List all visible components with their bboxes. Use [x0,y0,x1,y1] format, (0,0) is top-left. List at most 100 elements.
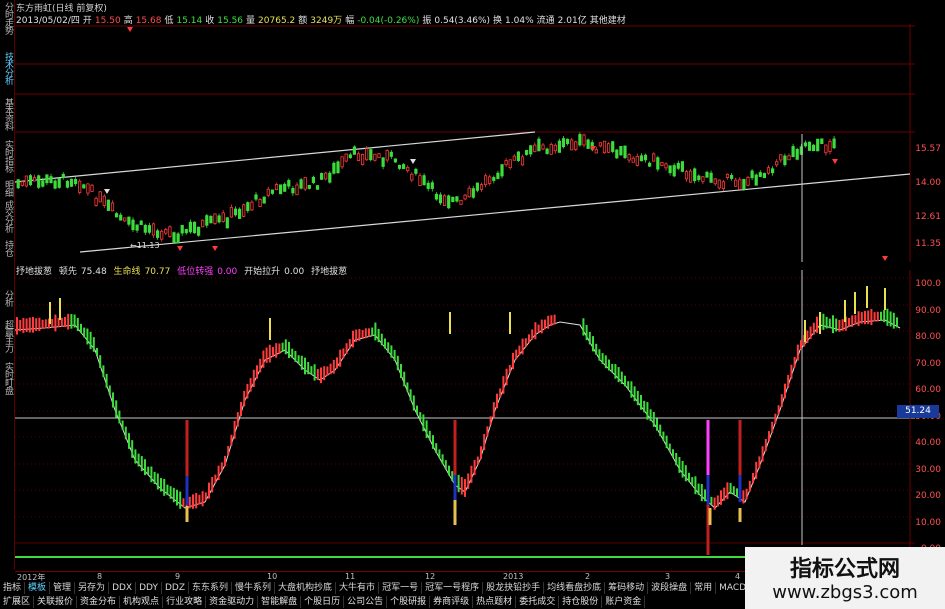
tab-position[interactable]: 持仓 [1,240,13,256]
function-tab-11[interactable]: 热点题材 [473,596,517,608]
candle-body [771,168,775,174]
function-tab-5[interactable]: 资金驱动力 [206,596,259,608]
indicator-tab-17[interactable]: 常用 [691,582,717,594]
tab-realtime-indicator[interactable]: 实时指标 [1,140,13,172]
indicator-tab-5[interactable]: DDY [136,582,162,594]
candle-body [377,153,381,158]
candle-body [340,156,344,168]
function-tab-3[interactable]: 机构观点 [120,596,164,608]
oscillator-chart[interactable] [15,270,915,570]
candle-body [697,175,701,181]
indicator-tab-0[interactable]: 指标 [0,582,26,594]
candle-body [762,172,767,179]
function-tab-6[interactable]: 智能解盘 [258,596,302,608]
kline-chart[interactable] [15,24,915,262]
life-line [15,319,901,509]
candle-body [348,154,352,159]
function-tab-4[interactable]: 行业攻略 [163,596,207,608]
candle-body [693,168,697,182]
candle-body [664,163,668,169]
candle-body [524,149,529,155]
candle-body [508,159,512,168]
candle-body [410,173,414,181]
candle-body [639,155,644,162]
indicator-tab-10[interactable]: 大牛有市 [336,582,380,594]
function-tab-bar: 扩展区 关联报价 资金分布 机构观点 行业攻略 资金驱动力 智能解盘 个股日历 公司公告 个股研报… [0,596,646,608]
indicator-tab-11[interactable]: 冠军一号 [379,582,423,594]
date-tick: 8 [97,572,103,581]
candle-body [274,184,279,191]
tab-main-force[interactable]: 超赢主力 [1,320,13,352]
indicator-tab-3[interactable]: 另存为 [75,582,110,594]
candle-body [586,139,590,149]
function-tab-13[interactable]: 持仓股份 [559,596,603,608]
tab-detail[interactable]: 明细 [1,180,13,196]
function-tab-12[interactable]: 委托成交 [516,596,560,608]
candle-body [623,145,627,159]
function-tab-2[interactable]: 资金分布 [77,596,121,608]
candle-body [32,177,37,182]
candle-body [41,180,45,187]
candle-body [463,194,467,200]
indicator-tab-12[interactable]: 冠军一号程序 [422,582,484,594]
signal-arrow-icon [410,159,416,164]
indicator-tab-2[interactable]: 管理 [50,582,76,594]
candle-body [401,164,406,170]
tab-technical-analysis[interactable]: 技术分析 [1,52,13,84]
function-tab-0[interactable]: 扩展区 [0,596,35,608]
signal-arrow-icon [832,159,838,164]
candle-body [832,138,836,149]
tab-basic-info[interactable]: 基本资料 [1,98,13,130]
candle-body [356,153,361,161]
candle-body [541,144,545,150]
function-tab-7[interactable]: 个股日历 [301,596,345,608]
candle-body [479,184,484,190]
candle-body [713,178,717,185]
candle-body [393,158,398,163]
indicator-tab-14[interactable]: 均线看盘抄底 [544,582,606,594]
tab-watch[interactable]: 实时盯盘 [1,362,13,394]
oscillator-tick: 40.00 [915,438,941,448]
watermark-title: 指标公式网 [789,557,900,582]
candle-body [574,141,578,150]
candle-body [160,230,164,240]
indicator-tab-9[interactable]: 大盘机构抄底 [275,582,337,594]
left-vertical-tabs: 分时走势 技术分析 基本资料 实时指标 明细 成交分析 持仓 分析 超赢主力 实… [0,0,15,570]
candle-body [648,162,652,167]
indicator-tab-13[interactable]: 股龙抉铅抄手 [483,582,545,594]
indicator-tab-6[interactable]: DDZ [162,582,189,594]
candle-body [291,188,295,194]
candle-body [155,230,160,238]
function-tab-14[interactable]: 账户资金 [602,596,646,608]
candle-body [447,195,451,209]
indicator-tab-7[interactable]: 东东系列 [189,582,233,594]
function-tab-8[interactable]: 公司公告 [344,596,388,608]
oscillator-tick: 60.00 [915,385,941,395]
watermark-logo: 指标公式网 www.zbgs3.com [745,547,945,609]
candle-body [824,144,828,154]
function-tab-10[interactable]: 券商评级 [430,596,474,608]
candle-body [164,229,168,234]
candle-body [233,208,238,216]
candle-body [750,170,754,179]
candle-body [676,162,680,169]
indicator-tab-1[interactable]: 模板 [25,582,51,594]
tab-intraday[interactable]: 分时走势 [1,2,13,34]
indicator-tab-15[interactable]: 筹码移动 [605,582,649,594]
oscillator-tick: 10.00 [915,517,941,528]
function-tab-1[interactable]: 关联报价 [34,596,78,608]
candle-body [422,175,426,186]
date-tick: 2 [585,572,591,581]
tab-analysis[interactable]: 分析 [1,290,13,306]
indicator-tab-8[interactable]: 慢牛系列 [232,582,276,594]
tab-volume-analysis[interactable]: 成交分析 [1,200,13,232]
function-tab-9[interactable]: 个股研报 [387,596,431,608]
candle-body [381,157,385,167]
indicator-tab-4[interactable]: DDX [109,582,137,594]
candle-body [295,184,299,196]
indicator-tab-16[interactable]: 波段操盘 [648,582,692,594]
candle-body [803,142,808,147]
lower-trend-line [79,173,911,253]
candle-body [734,179,738,187]
candle-body [270,189,275,194]
